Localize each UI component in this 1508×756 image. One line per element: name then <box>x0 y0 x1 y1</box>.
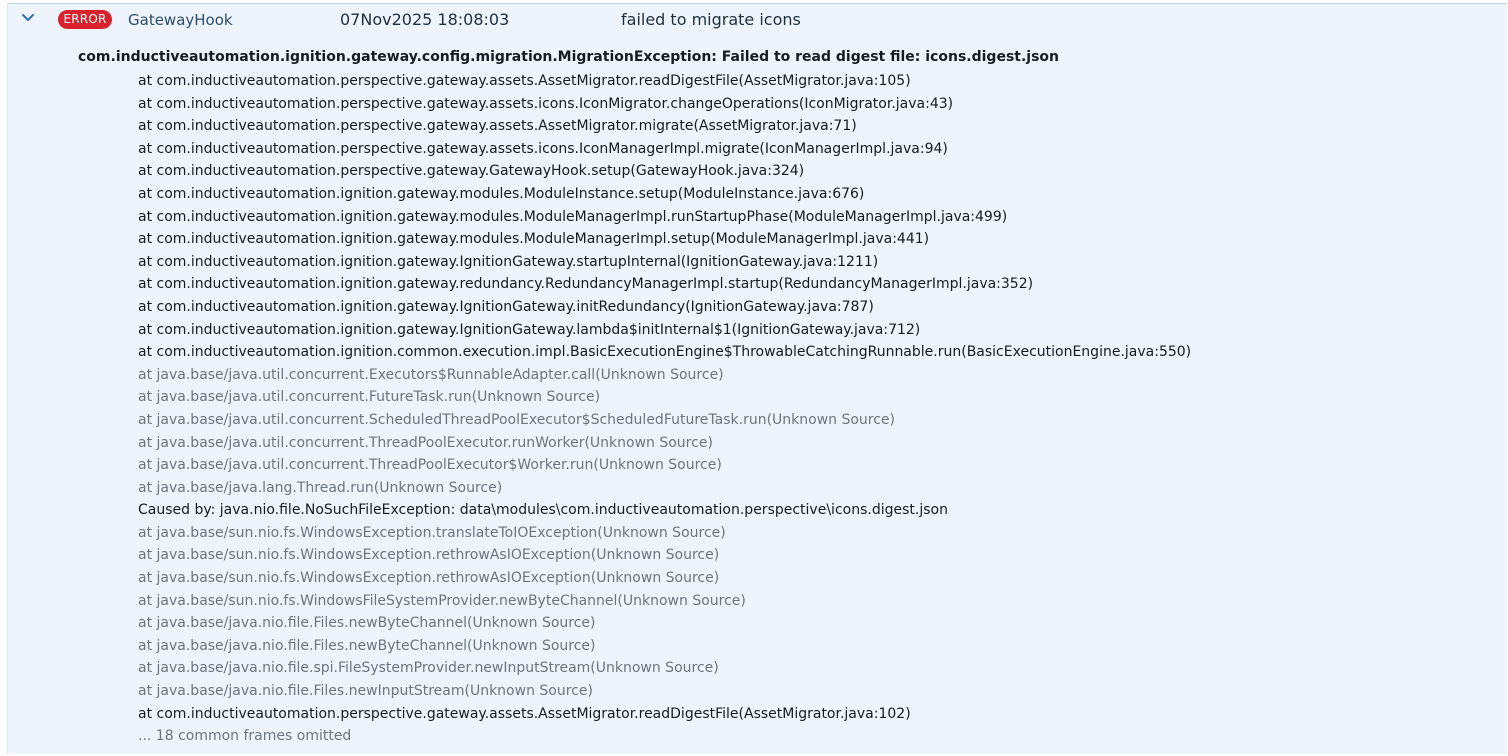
stack-frame: at com.inductiveautomation.perspective.g… <box>138 140 948 157</box>
stack-frame-list: at com.inductiveautomation.perspective.g… <box>138 70 1191 748</box>
stack-frame: at java.base/sun.nio.fs.WindowsException… <box>138 547 720 564</box>
log-timestamp: 07Nov2025 18:08:03 <box>340 10 510 29</box>
stack-frame: at com.inductiveautomation.perspective.g… <box>138 163 805 180</box>
stack-frame: at com.inductiveautomation.ignition.comm… <box>138 344 1192 361</box>
log-message: failed to migrate icons <box>621 10 801 29</box>
stack-frame: at java.base/sun.nio.fs.WindowsException… <box>138 524 726 541</box>
stack-frame: at java.base/java.util.concurrent.Thread… <box>138 434 713 451</box>
stack-frame: at java.base/java.util.concurrent.Execut… <box>138 366 724 383</box>
stack-frame: at java.base/java.util.concurrent.Schedu… <box>138 411 896 428</box>
error-level-badge: ERROR <box>58 10 112 29</box>
stack-frame: at java.base/java.nio.file.spi.FileSyste… <box>138 660 719 677</box>
stack-frame: at com.inductiveautomation.ignition.gate… <box>138 321 921 338</box>
log-entry-panel: ERROR GatewayHook 07Nov2025 18:08:03 fai… <box>7 3 1507 754</box>
stack-frame: at java.base/java.nio.file.Files.newByte… <box>138 637 596 654</box>
stack-frame: at com.inductiveautomation.perspective.g… <box>138 118 857 135</box>
stack-frame: at java.base/java.util.concurrent.Future… <box>138 389 601 406</box>
stack-frame: at com.inductiveautomation.perspective.g… <box>138 73 911 89</box>
stack-frame: ... 18 common frames omitted <box>138 728 352 745</box>
stack-frame: at java.base/java.lang.Thread.run(Unknow… <box>138 479 503 496</box>
stack-frame: at com.inductiveautomation.ignition.gate… <box>138 298 874 315</box>
stack-frame: at com.inductiveautomation.ignition.gate… <box>138 185 865 202</box>
stack-frame: at java.base/sun.nio.fs.WindowsFileSyste… <box>138 592 746 609</box>
stack-frame: at java.base/sun.nio.fs.WindowsException… <box>138 570 720 587</box>
stack-frame: at java.base/java.nio.file.Files.newByte… <box>138 615 596 632</box>
stack-frame: at com.inductiveautomation.ignition.gate… <box>138 208 1008 225</box>
log-entry-header[interactable]: ERROR GatewayHook 07Nov2025 18:08:03 fai… <box>8 4 1507 36</box>
stack-frame: at com.inductiveautomation.perspective.g… <box>138 95 954 112</box>
stack-frame: at com.inductiveautomation.ignition.gate… <box>138 253 879 270</box>
logger-name: GatewayHook <box>128 11 233 29</box>
stack-frame: at com.inductiveautomation.ignition.gate… <box>138 276 1034 293</box>
chevron-down-icon[interactable] <box>20 10 36 26</box>
stack-frame: at com.inductiveautomation.perspective.g… <box>138 705 911 722</box>
stack-frame: at java.base/java.nio.file.Files.newInpu… <box>138 683 593 700</box>
stack-frame: at java.base/java.util.concurrent.Thread… <box>138 457 722 474</box>
stack-frame: at com.inductiveautomation.ignition.gate… <box>138 231 930 248</box>
caused-by-line: Caused by: java.nio.file.NoSuchFileExcep… <box>138 502 948 519</box>
exception-headline: com.inductiveautomation.ignition.gateway… <box>78 49 1059 65</box>
chevron-down-glyph <box>22 14 34 21</box>
